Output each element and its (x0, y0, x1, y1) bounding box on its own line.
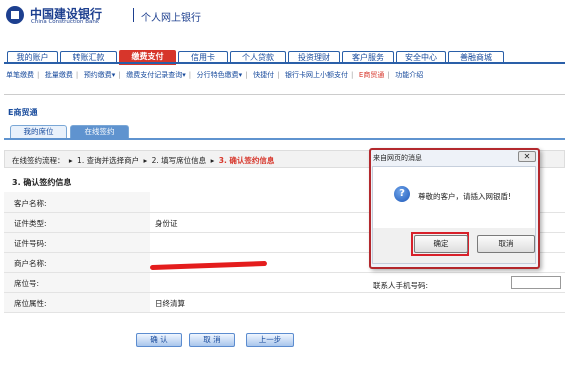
subnav-separator: | (37, 71, 40, 79)
dialog-title: 来自网页的消息 (373, 154, 422, 162)
flow-step-1: 1. 查询并选择商户 (77, 156, 140, 165)
ccb-logo-icon (6, 6, 24, 24)
form-title: 3. 确认签约信息 (12, 178, 72, 187)
form-value: 身份证 (155, 219, 178, 228)
form-label: 席位号: (14, 279, 40, 288)
form-label: 商户名称: (14, 259, 47, 268)
tab-my-seats[interactable]: 我的席位 (10, 125, 67, 139)
flow-step-3: 3. 确认签约信息 (218, 156, 275, 165)
form-row-seat-attribute: 席位属性: 日终清算 (4, 292, 565, 313)
dialog-message: 尊敬的客户，请插入网银盾! (418, 192, 512, 201)
phone-input[interactable] (511, 276, 561, 289)
form-label: 证件类型: (14, 219, 47, 228)
header-divider (133, 8, 134, 22)
dialog-cancel-button[interactable]: 取消 (477, 235, 535, 253)
signing-flow: 在线签约流程： ▸ 1. 查询并选择商户 ▸ 2. 填写席位信息 ▸ 3. 确认… (12, 155, 276, 166)
section-title: E商贸通 (8, 108, 38, 117)
previous-step-button[interactable]: 上一步 (246, 333, 294, 347)
dialog-close-icon[interactable]: ✕ (518, 151, 536, 162)
subnav-separator: | (387, 71, 390, 79)
subnav-separator: | (118, 71, 121, 79)
cancel-button[interactable]: 取 消 (189, 333, 235, 347)
subnav-e-trade[interactable]: E商贸通 (359, 70, 384, 80)
subnav-separator: | (245, 71, 248, 79)
form-label: 席位属性: (14, 299, 47, 308)
subnav-separator: | (350, 71, 354, 79)
form-label: 客户名称: (14, 199, 47, 208)
main-nav-underline (4, 62, 565, 64)
sub-nav: 单笔缴费 | 批量缴费 | 预约缴费▾ | 缴费支付记录查询▾ | 分行特色缴费▾ | 快… (6, 70, 423, 82)
phone-label: 联系人手机号码: (373, 281, 429, 290)
subnav-quick-pay[interactable]: 快捷付 (253, 70, 274, 80)
subnav-separator: | (75, 71, 79, 79)
flow-arrow-icon: ▸ (210, 156, 215, 165)
subnav-branch-payment[interactable]: 分行特色缴费▾ (197, 70, 243, 80)
subnav-divider (4, 94, 565, 95)
form-row-seat-number: 席位号: (4, 272, 565, 293)
dialog-ok-button[interactable]: 确定 (414, 235, 468, 253)
page-tab-underline (4, 138, 565, 140)
subnav-intro[interactable]: 功能介绍 (395, 70, 423, 80)
question-icon: ? (394, 186, 410, 202)
subnav-scheduled-payment[interactable]: 预约缴费▾ (84, 70, 116, 80)
tab-online-signing[interactable]: 在线签约 (70, 125, 129, 139)
flow-prefix: 在线签约流程： (12, 156, 65, 165)
form-value: 日终清算 (155, 299, 185, 308)
subnav-payment-records[interactable]: 缴费支付记录查询▾ (126, 70, 186, 80)
subnav-separator: | (277, 71, 280, 79)
subnav-batch-payment[interactable]: 批量缴费 (45, 70, 73, 80)
flow-arrow-icon: ▸ (68, 156, 73, 165)
confirm-button[interactable]: 确 认 (136, 333, 182, 347)
bank-name-en: China Construction Bank (31, 19, 100, 25)
flow-arrow-icon: ▸ (143, 156, 148, 165)
flow-step-2: 2. 填写席位信息 (151, 156, 207, 165)
portal-title: 个人网上银行 (141, 13, 201, 24)
subnav-single-payment[interactable]: 单笔缴费 (6, 70, 34, 80)
subnav-micro-payment[interactable]: 银行卡网上小额支付 (285, 70, 348, 80)
form-label: 证件号码: (14, 239, 47, 248)
subnav-separator: | (188, 71, 192, 79)
